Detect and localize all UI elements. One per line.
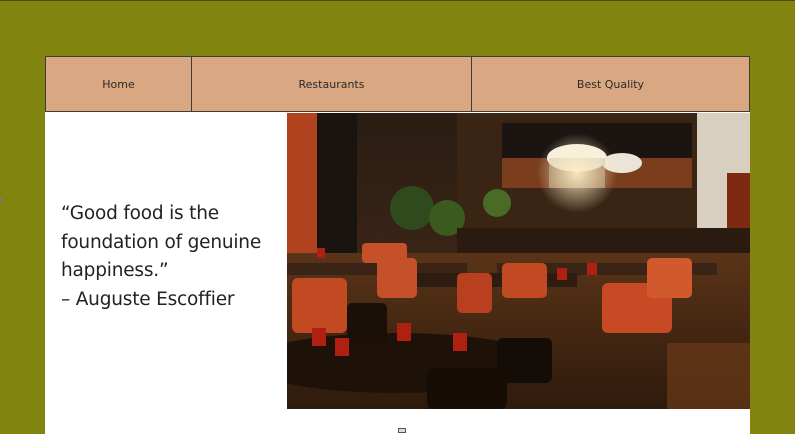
- quote-line: foundation of genuine: [61, 231, 262, 253]
- nav-restaurants-link[interactable]: Restaurants: [192, 57, 472, 111]
- scroll-marker: [0, 198, 2, 201]
- restaurant-interior-image: [287, 113, 750, 409]
- window-top-edge: [0, 0, 795, 1]
- nav-home-link[interactable]: Home: [46, 57, 192, 111]
- top-navigation: Home Restaurants Best Quality: [45, 56, 750, 112]
- quote-line: happiness.”: [61, 260, 169, 281]
- hero-quote: “Good food is the foundation of genuine …: [61, 200, 281, 314]
- nav-best-quality-link[interactable]: Best Quality: [472, 57, 749, 111]
- resize-handle[interactable]: [398, 428, 406, 433]
- quote-line: “Good food is the: [61, 203, 219, 224]
- quote-author: – Auguste Escoffier: [61, 288, 235, 310]
- page-container: Home Restaurants Best Quality “Good food…: [45, 56, 750, 434]
